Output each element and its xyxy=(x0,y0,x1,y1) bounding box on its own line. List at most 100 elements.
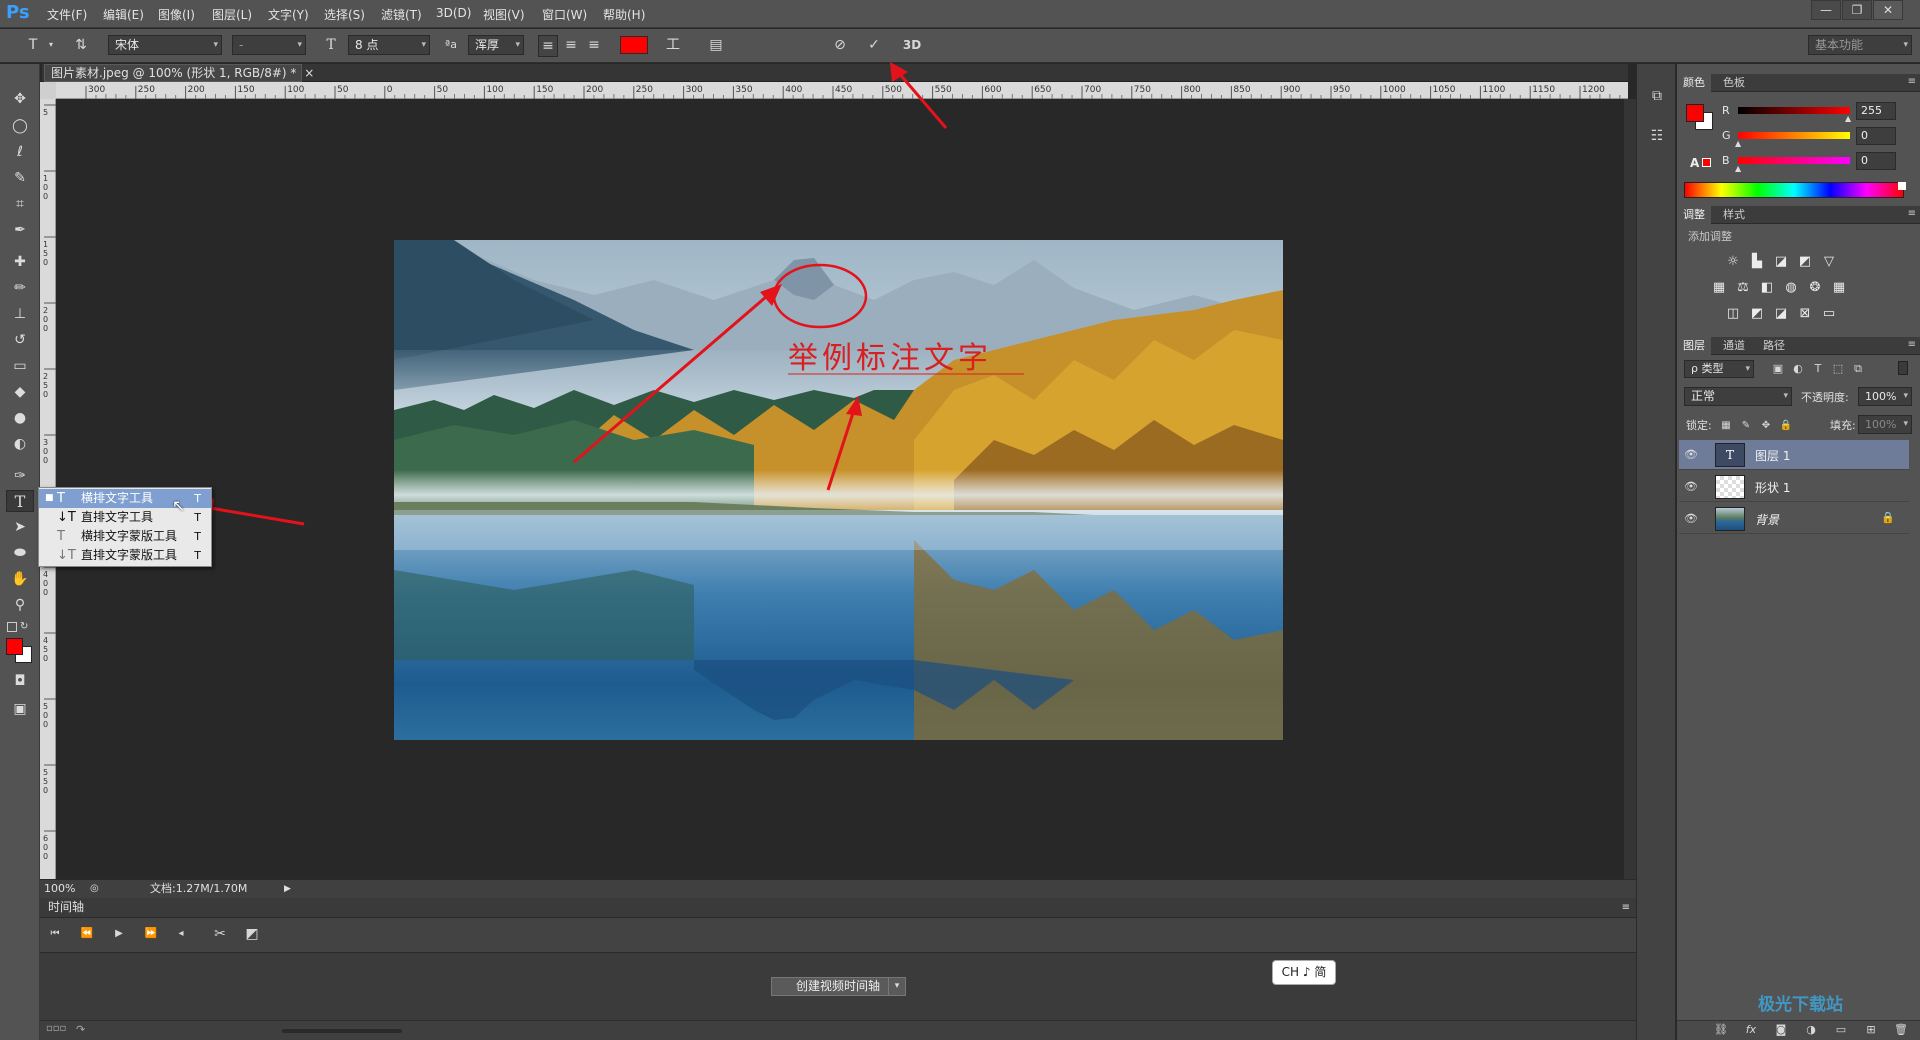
r-slider[interactable] xyxy=(1738,107,1850,114)
tab-channels[interactable]: 通道 xyxy=(1717,337,1751,355)
exposure-icon[interactable]: ◩ xyxy=(1796,254,1814,270)
threshold-icon[interactable]: ◪ xyxy=(1772,306,1790,322)
adjustment-layer-icon[interactable]: ◑ xyxy=(1802,1020,1820,1040)
warp-text-icon[interactable]: 工 xyxy=(662,35,684,55)
font-size-select[interactable]: 8 点 ▾ xyxy=(348,35,430,55)
text-color-swatch[interactable] xyxy=(620,36,648,54)
create-video-timeline-button[interactable]: 创建视频时间轴 xyxy=(771,977,905,996)
restore-button[interactable]: ❐ xyxy=(1842,0,1872,20)
layer-filter-select[interactable]: ρ 类型 ▾ xyxy=(1684,360,1754,378)
adjust-panel-menu-icon[interactable]: ≡ xyxy=(1908,208,1916,219)
blend-mode-select[interactable]: 正常 ▾ xyxy=(1684,387,1792,406)
menu-image[interactable]: 图像(I) xyxy=(158,6,195,23)
horizontal-ruler[interactable]: 300 250 200 150 100 50 0 50 100 150 200 250 300 350 40… xyxy=(56,82,1628,99)
history-panel-icon[interactable]: ⧉ xyxy=(1646,86,1668,106)
filter-adjust-icon[interactable]: ◐ xyxy=(1790,359,1806,379)
delete-layer-icon[interactable]: 🗑 xyxy=(1892,1020,1910,1040)
menu-help[interactable]: 帮助(H) xyxy=(603,6,645,23)
type-tool-preset-icon[interactable]: T xyxy=(22,35,44,55)
link-layers-icon[interactable]: ⛓ xyxy=(1712,1020,1730,1040)
menu-select[interactable]: 选择(S) xyxy=(324,6,365,23)
convert-icon[interactable]: ↷ xyxy=(76,1023,85,1036)
create-timeline-dropdown-icon[interactable]: ▾ xyxy=(888,977,906,996)
next-frame-icon[interactable]: ⏩ xyxy=(142,924,160,944)
vibrance-icon[interactable]: ▽ xyxy=(1820,254,1838,270)
annotation-text[interactable]: 举例标注文字 xyxy=(788,341,992,376)
filter-pixel-icon[interactable]: ▣ xyxy=(1770,359,1786,379)
screen-mode-icon[interactable]: ▣ xyxy=(6,698,34,720)
type-tool-icon[interactable]: T xyxy=(6,490,34,512)
layer-name[interactable]: 背景 xyxy=(1755,511,1779,528)
frame-animation-icon[interactable]: ▫▫▫ xyxy=(46,1023,66,1034)
visibility-eye-icon[interactable]: 👁 xyxy=(1683,480,1699,494)
ime-indicator[interactable]: CH ♪ 简 xyxy=(1272,960,1336,985)
ruler-origin[interactable] xyxy=(40,82,56,99)
close-window-button[interactable]: ✕ xyxy=(1873,0,1903,20)
tab-adjustments[interactable]: 调整 xyxy=(1677,206,1711,224)
pen-tool-icon[interactable]: ✑ xyxy=(6,465,34,487)
menu-view[interactable]: 视图(V) xyxy=(483,6,525,23)
tab-paths[interactable]: 路径 xyxy=(1757,337,1791,355)
move-tool-icon[interactable]: ✥ xyxy=(6,88,34,110)
levels-icon[interactable]: ▙ xyxy=(1748,254,1766,270)
quick-mask-icon[interactable]: ◘ xyxy=(6,670,34,692)
status-refresh-icon[interactable]: ◎ xyxy=(90,880,99,898)
spectrum-white[interactable] xyxy=(1898,182,1906,190)
panel-menu-icon[interactable]: ≡ xyxy=(1622,898,1630,917)
paint-bucket-tool-icon[interactable]: ◆ xyxy=(6,381,34,403)
workspace-select[interactable]: 基本功能 ▾ xyxy=(1808,35,1912,55)
vertical-scrollbar[interactable] xyxy=(1624,99,1636,879)
r-value-input[interactable]: 255 xyxy=(1856,102,1896,120)
b-slider-handle[interactable]: ▲ xyxy=(1735,164,1741,173)
lock-all-icon[interactable]: 🔒 xyxy=(1778,416,1794,436)
lasso-tool-icon[interactable]: ℓ xyxy=(6,141,34,163)
history-brush-tool-icon[interactable]: ↺ xyxy=(6,329,34,351)
minimize-button[interactable]: — xyxy=(1811,0,1841,20)
visibility-eye-icon[interactable]: 👁 xyxy=(1683,448,1699,462)
color-fg-swatch[interactable] xyxy=(1686,104,1704,122)
gradient-map-icon[interactable]: ▭ xyxy=(1820,306,1838,322)
color-spectrum-bar[interactable] xyxy=(1684,182,1904,198)
audio-icon[interactable]: ◂ xyxy=(172,924,190,944)
fill-input[interactable]: 100% ▾ xyxy=(1858,415,1912,434)
marquee-tool-icon[interactable]: ◯ xyxy=(6,115,34,137)
landscape-photo[interactable]: 举例标注文字 xyxy=(394,240,1283,740)
split-icon[interactable]: ✂ xyxy=(210,924,230,944)
crop-tool-icon[interactable]: ⌗ xyxy=(6,193,34,215)
new-group-icon[interactable]: ▭ xyxy=(1832,1020,1850,1040)
font-style-select[interactable]: - ▾ xyxy=(232,35,306,55)
layer-name[interactable]: 形状 1 xyxy=(1755,479,1790,496)
toggle-orientation-icon[interactable]: ⇅ xyxy=(70,35,92,55)
dodge-tool-icon[interactable]: ◐ xyxy=(6,433,34,455)
hue-saturation-icon[interactable]: ▦ xyxy=(1710,280,1728,296)
lock-transparent-icon[interactable]: ▦ xyxy=(1718,416,1734,436)
clone-stamp-tool-icon[interactable]: ⊥ xyxy=(6,303,34,325)
add-mask-icon[interactable]: ◙ xyxy=(1772,1020,1790,1040)
default-colors-icon[interactable] xyxy=(7,622,17,632)
layer-row-text[interactable]: 👁 T 图层 1 xyxy=(1679,440,1909,470)
lock-pixels-icon[interactable]: ✎ xyxy=(1738,416,1754,436)
layer-style-icon[interactable]: fx xyxy=(1742,1020,1760,1040)
g-value-input[interactable]: 0 xyxy=(1856,127,1896,145)
opacity-input[interactable]: 100% ▾ xyxy=(1858,387,1912,406)
r-slider-handle[interactable]: ▲ xyxy=(1845,114,1851,123)
menu-window[interactable]: 窗口(W) xyxy=(542,6,587,23)
layer-row-background[interactable]: 👁 背景 🔒 xyxy=(1679,504,1909,534)
new-layer-icon[interactable]: ⊞ xyxy=(1862,1020,1880,1040)
invert-icon[interactable]: ◫ xyxy=(1724,306,1742,322)
healing-brush-tool-icon[interactable]: ✚ xyxy=(6,251,34,273)
g-slider[interactable] xyxy=(1738,132,1850,139)
gamut-swatch[interactable] xyxy=(1702,158,1711,167)
menu-edit[interactable]: 编辑(E) xyxy=(103,6,144,23)
lock-position-icon[interactable]: ✥ xyxy=(1758,416,1774,436)
brightness-contrast-icon[interactable]: ☼ xyxy=(1724,254,1742,270)
tab-swatches[interactable]: 色板 xyxy=(1717,74,1751,92)
menu-file[interactable]: 文件(F) xyxy=(47,6,87,23)
filter-shape-icon[interactable]: ⬚ xyxy=(1830,359,1846,379)
swap-colors-icon[interactable]: ↻ xyxy=(20,621,28,632)
b-slider[interactable] xyxy=(1738,157,1850,164)
foreground-color-swatch[interactable] xyxy=(6,638,23,655)
path-select-tool-icon[interactable]: ➤ xyxy=(6,516,34,538)
tab-color[interactable]: 颜色 xyxy=(1677,74,1711,92)
hand-tool-icon[interactable]: ✋ xyxy=(6,568,34,590)
